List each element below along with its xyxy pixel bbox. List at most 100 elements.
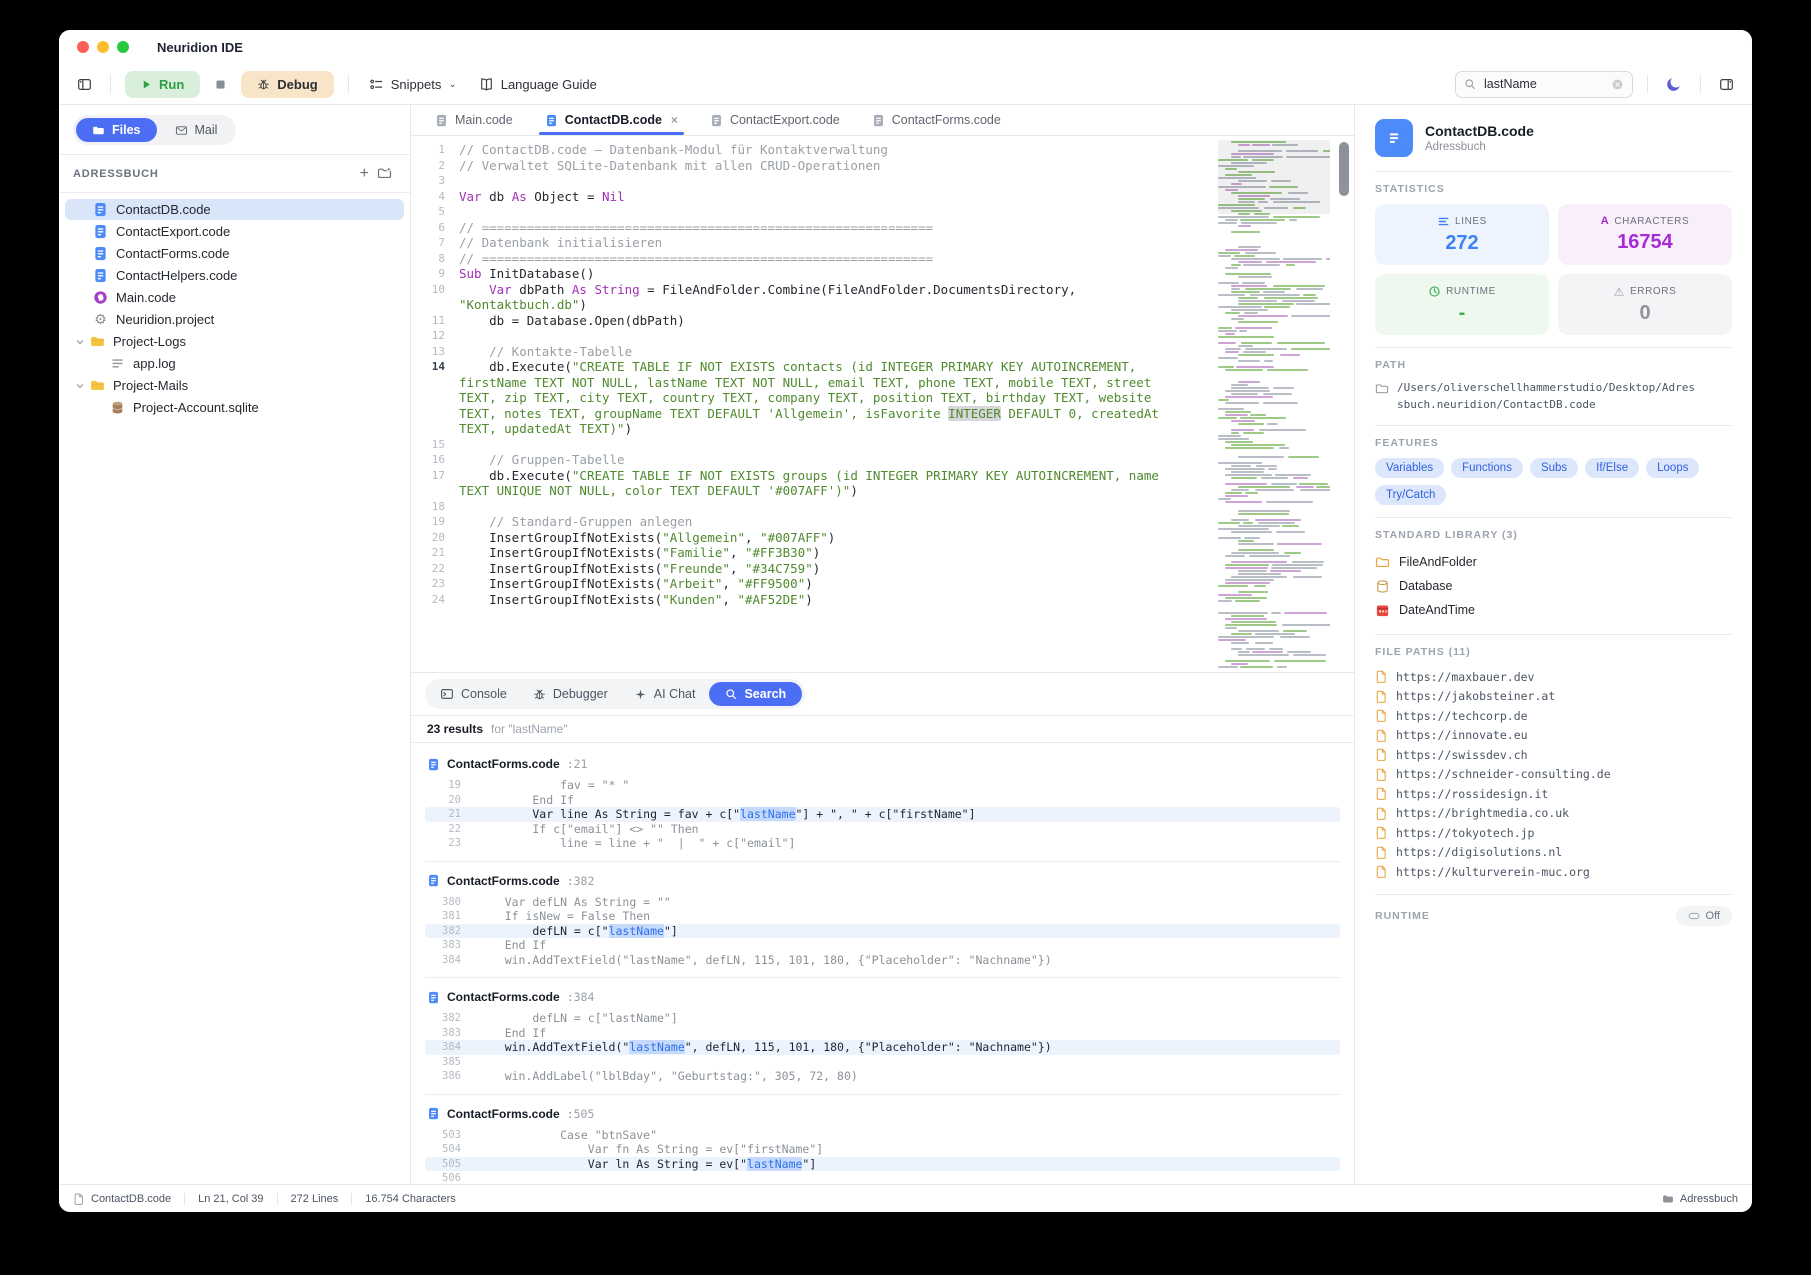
feature-badge-loops: Loops: [1646, 458, 1699, 478]
result-file-name: ContactForms.code: [447, 757, 560, 771]
file-path-link[interactable]: https://maxbauer.dev: [1375, 667, 1732, 687]
clear-search-icon[interactable]: [1611, 78, 1624, 91]
code-editor[interactable]: 1// ContactDB.code — Datenbank-Modul für…: [411, 136, 1354, 673]
stop-button[interactable]: [210, 74, 231, 95]
toggle-sidebar-button[interactable]: [73, 73, 96, 96]
stat-card-characters: ACHARACTERS16754: [1558, 204, 1732, 265]
search-input[interactable]: [1482, 76, 1605, 92]
stat-grid: LINES272ACHARACTERS16754RUNTIME-⚠ERRORS0: [1375, 204, 1732, 335]
file-path-link[interactable]: https://rossidesign.it: [1375, 784, 1732, 804]
tab-contactforms-code[interactable]: ContactForms.code: [858, 105, 1015, 135]
mail-icon: [175, 124, 188, 137]
snippets-button[interactable]: Snippets ⌄: [363, 72, 463, 97]
result-row[interactable]: 22 If c["email"] <> "" Then: [425, 822, 1340, 837]
result-row[interactable]: 503 Case "btnSave": [425, 1128, 1340, 1143]
add-file-button[interactable]: +: [356, 165, 373, 183]
tab-contactdb-code[interactable]: ContactDB.code×: [531, 105, 692, 135]
runtime-section: RUNTIME Off: [1375, 894, 1732, 938]
global-search-field[interactable]: [1455, 71, 1633, 98]
line-number: 5: [411, 204, 459, 220]
close-tab-icon[interactable]: ×: [671, 113, 678, 127]
chevron-down-icon[interactable]: [74, 336, 86, 348]
result-group-header[interactable]: ContactForms.code:384: [427, 990, 1340, 1004]
result-row[interactable]: 506: [425, 1171, 1340, 1184]
result-row[interactable]: 23 line = line + " | " + c["email"]: [425, 836, 1340, 851]
result-group-header[interactable]: ContactForms.code:21: [427, 757, 1340, 771]
file-path-link[interactable]: https://swissdev.ch: [1375, 745, 1732, 765]
result-row[interactable]: 385: [425, 1055, 1340, 1070]
result-row[interactable]: 382 defLN = c["lastName"]: [425, 1011, 1340, 1026]
sidebar-item-project-mails[interactable]: Project-Mails: [65, 375, 404, 396]
zoom-window-button[interactable]: [117, 41, 129, 53]
line-number: 4: [411, 189, 459, 205]
result-row[interactable]: 384 win.AddTextField("lastName", defLN, …: [425, 953, 1340, 968]
file-path-link[interactable]: https://tokyotech.jp: [1375, 823, 1732, 843]
file-path-link[interactable]: https://schneider-consulting.de: [1375, 765, 1732, 785]
result-row[interactable]: 380 Var defLN As String = "": [425, 895, 1340, 910]
editor-scrollbar[interactable]: [1339, 142, 1349, 666]
new-folder-button[interactable]: [373, 164, 396, 183]
code-lines[interactable]: 1// ContactDB.code — Datenbank-Modul für…: [411, 142, 1167, 607]
sidebar-item-main-code[interactable]: Main.code: [65, 287, 404, 308]
dark-mode-button[interactable]: [1662, 72, 1686, 96]
run-button[interactable]: Run: [125, 71, 200, 98]
panel-tab-ai-chat[interactable]: AI Chat: [622, 682, 708, 706]
runtime-toggle[interactable]: Off: [1676, 906, 1732, 926]
result-row[interactable]: 19 fav = "* ": [425, 778, 1340, 793]
minimap-viewport[interactable]: [1218, 140, 1330, 214]
result-row[interactable]: 384 win.AddTextField("lastName", defLN, …: [425, 1040, 1340, 1055]
search-icon: [725, 688, 737, 700]
result-group-header[interactable]: ContactForms.code:382: [427, 874, 1340, 888]
chevron-down-icon: ⌄: [448, 79, 456, 90]
editor-scrollbar-thumb[interactable]: [1339, 142, 1349, 196]
result-row[interactable]: 383 End If: [425, 938, 1340, 953]
sidebar-item-contactforms-code[interactable]: ContactForms.code: [65, 243, 404, 264]
file-path-link[interactable]: https://innovate.eu: [1375, 726, 1732, 746]
result-line-number: 23: [425, 837, 477, 849]
toggle-inspector-button[interactable]: [1715, 73, 1738, 96]
file-path-link[interactable]: https://digisolutions.nl: [1375, 843, 1732, 863]
minimize-window-button[interactable]: [97, 41, 109, 53]
inspector-file-project: Adressbuch: [1425, 141, 1534, 153]
plus-icon: +: [360, 167, 369, 181]
file-path-link[interactable]: https://kulturverein-muc.org: [1375, 862, 1732, 882]
file-path-link[interactable]: https://techcorp.de: [1375, 706, 1732, 726]
file-icon: [545, 114, 558, 127]
panel-tab-console[interactable]: Console: [428, 682, 519, 706]
sidebar-item-contactdb-code[interactable]: ContactDB.code: [65, 199, 404, 220]
statusbar: ContactDB.code Ln 21, Col 39 272 Lines 1…: [59, 1184, 1752, 1212]
sidebar-item-project-account-sqlite[interactable]: Project-Account.sqlite: [65, 397, 404, 418]
sidebar-item-contacthelpers-code[interactable]: ContactHelpers.code: [65, 265, 404, 286]
result-row[interactable]: 21 Var line As String = fav + c["lastNam…: [425, 807, 1340, 822]
result-group-header[interactable]: ContactForms.code:505: [427, 1107, 1340, 1121]
result-row[interactable]: 381 If isNew = False Then: [425, 909, 1340, 924]
tab-files[interactable]: Files: [76, 118, 157, 142]
sidebar-item-project-logs[interactable]: Project-Logs: [65, 331, 404, 352]
panel-tab-search[interactable]: Search: [709, 682, 802, 706]
features-section: FEATURES VariablesFunctionsSubsIf/ElseLo…: [1375, 425, 1732, 517]
file-path-link[interactable]: https://brightmedia.co.uk: [1375, 804, 1732, 824]
result-row[interactable]: 386 win.AddLabel("lblBday", "Geburtstag:…: [425, 1069, 1340, 1084]
debug-button[interactable]: Debug: [241, 71, 333, 98]
tab-contactexport-code[interactable]: ContactExport.code: [696, 105, 854, 135]
chevron-down-icon[interactable]: [74, 380, 86, 392]
result-row[interactable]: 505 Var ln As String = ev["lastName"]: [425, 1157, 1340, 1172]
tab-main-code[interactable]: Main.code: [421, 105, 527, 135]
minimap[interactable]: [1218, 140, 1330, 668]
panel-tab-debugger[interactable]: Debugger: [521, 682, 620, 706]
sidebar-item-app-log[interactable]: app.log: [65, 353, 404, 374]
path-section: PATH /Users/oliverschellhammerstudio/Des…: [1375, 347, 1732, 425]
sidebar-item-neuridion-project[interactable]: ⚙Neuridion.project: [65, 309, 404, 330]
language-guide-button[interactable]: Language Guide: [473, 72, 603, 97]
result-row[interactable]: 20 End If: [425, 793, 1340, 808]
tab-mail[interactable]: Mail: [159, 118, 234, 142]
stat-label: ERRORS: [1630, 286, 1676, 297]
result-row[interactable]: 383 End If: [425, 1026, 1340, 1041]
toolbar-divider: [1700, 75, 1701, 93]
sidebar-item-contactexport-code[interactable]: ContactExport.code: [65, 221, 404, 242]
close-window-button[interactable]: [77, 41, 89, 53]
result-row[interactable]: 504 Var fn As String = ev["firstName"]: [425, 1142, 1340, 1157]
file-path-link[interactable]: https://jakobsteiner.at: [1375, 687, 1732, 707]
result-row[interactable]: 382 defLN = c["lastName"]: [425, 924, 1340, 939]
feature-badge-functions: Functions: [1451, 458, 1523, 478]
